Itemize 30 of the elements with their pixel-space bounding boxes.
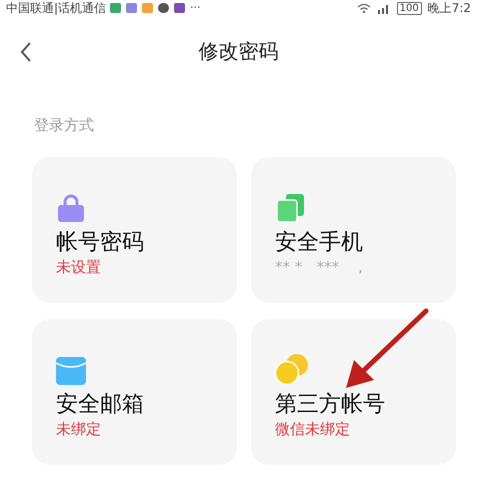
card-title: 帐号密码 <box>56 228 144 256</box>
card-status: ** * *** , <box>275 256 363 276</box>
more-notifications: ··· <box>190 0 201 16</box>
login-method-card[interactable]: 帐号密码 未设置 <box>32 156 237 302</box>
login-method-card[interactable]: 安全邮箱 未绑定 <box>32 318 237 464</box>
section-title: 登录方式 <box>34 115 94 136</box>
card-status: 未绑定 <box>56 418 101 438</box>
chat-icon <box>158 3 170 13</box>
back-icon <box>20 42 32 62</box>
coins-icon <box>275 352 309 384</box>
card-title: 安全邮箱 <box>56 390 144 418</box>
login-method-card[interactable]: 第三方帐号 微信未绑定 <box>251 318 456 464</box>
wifi-icon <box>356 3 371 13</box>
card-title: 安全手机 <box>275 228 363 256</box>
envelope-icon <box>56 356 86 384</box>
signal-icon <box>376 2 391 14</box>
app-icon <box>126 3 138 13</box>
lock-icon <box>56 192 86 222</box>
battery-level: 100 <box>396 2 422 14</box>
card-status: 微信未绑定 <box>275 418 350 438</box>
page-title: 修改密码 <box>198 38 278 64</box>
carrier-name: 中国联通|话机通信 <box>6 0 106 16</box>
copy-icon <box>275 192 305 222</box>
card-title: 第三方帐号 <box>275 390 385 418</box>
app-icon <box>110 3 122 13</box>
clock: 晚上7:2 <box>428 0 471 16</box>
login-method-card[interactable]: 安全手机 ** * *** , <box>251 156 456 302</box>
app-icon <box>174 3 186 13</box>
app-icon <box>142 3 154 13</box>
card-status: 未设置 <box>56 256 101 276</box>
